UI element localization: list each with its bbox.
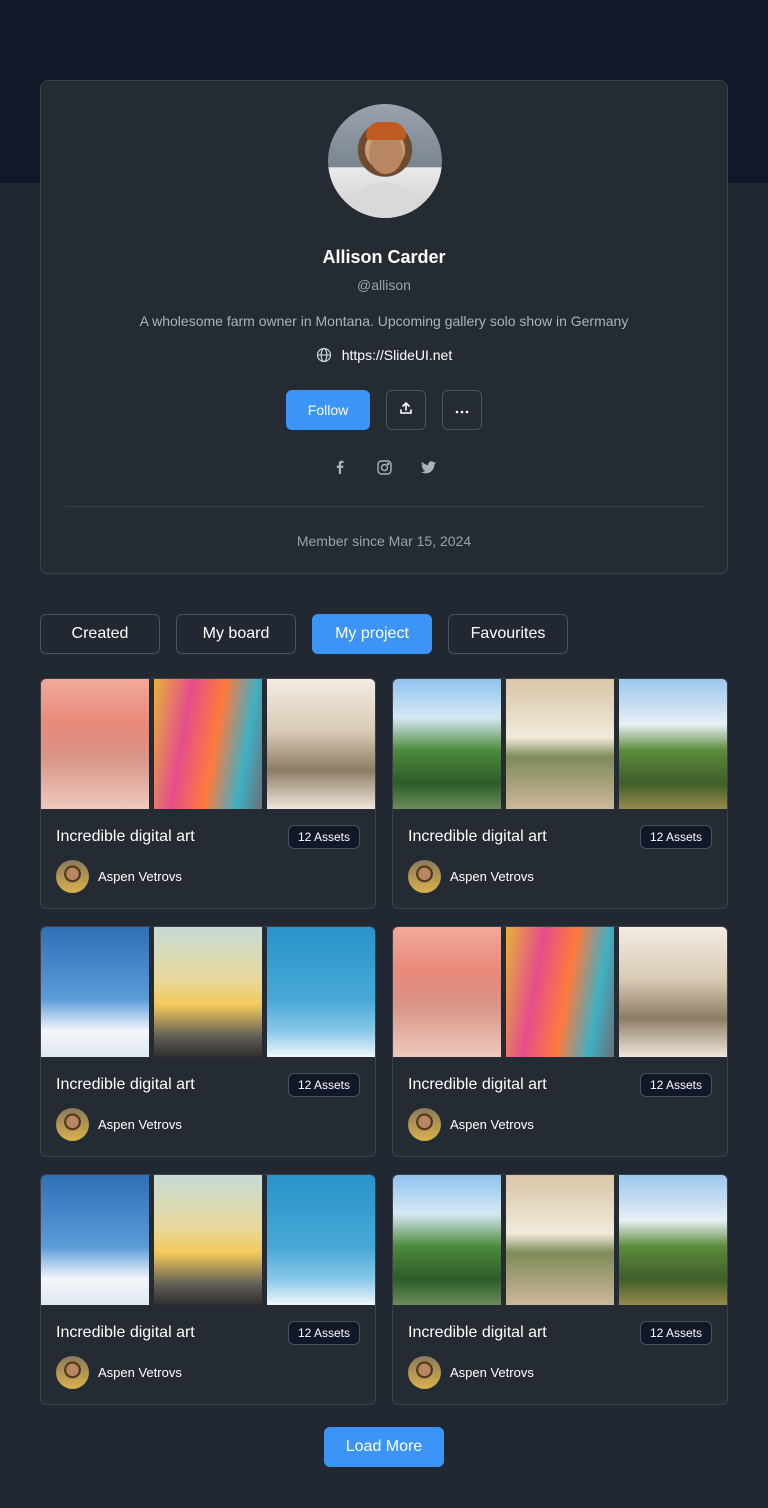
author-name: Aspen Vetrovs [450, 1365, 534, 1380]
assets-badge: 12 Assets [287, 825, 360, 849]
twitter-icon[interactable] [420, 459, 436, 475]
tab-created[interactable]: Created [40, 614, 160, 654]
author-name: Aspen Vetrovs [98, 869, 182, 884]
profile-name: Allison Carder [322, 247, 446, 267]
profile-divider [65, 506, 705, 507]
card-author[interactable]: Aspen Vetrovs [56, 1356, 182, 1389]
thumbnail-image [41, 927, 149, 1057]
tab-my-board[interactable]: My board [176, 614, 296, 654]
profile-handle: @allison [357, 277, 411, 293]
profile-bio: A wholesome farm owner in Montana. Upcom… [139, 313, 629, 329]
assets-badge: 12 Assets [287, 1073, 360, 1097]
follow-button[interactable]: Follow [286, 390, 370, 430]
more-options-button[interactable] [442, 390, 482, 430]
card-author[interactable]: Aspen Vetrovs [56, 1108, 182, 1141]
instagram-icon[interactable] [376, 459, 392, 475]
member-since: Member since Mar 15, 2024 [296, 533, 472, 549]
project-card[interactable]: Incredible digital art 12 Assets Aspen V… [392, 1174, 728, 1405]
card-author[interactable]: Aspen Vetrovs [56, 860, 182, 893]
thumbnail-image [267, 679, 375, 809]
author-avatar [408, 1108, 441, 1141]
card-title: Incredible digital art [56, 1324, 195, 1341]
social-links [41, 459, 727, 475]
project-grid: Incredible digital art 12 Assets Aspen V… [40, 678, 728, 1405]
thumbnail-image [506, 679, 614, 809]
card-author[interactable]: Aspen Vetrovs [408, 860, 534, 893]
profile-tabs: Created My board My project Favourites [40, 614, 568, 654]
author-name: Aspen Vetrovs [98, 1365, 182, 1380]
card-thumbnails [41, 1175, 375, 1305]
thumbnail-image [393, 927, 501, 1057]
assets-badge: 12 Assets [639, 825, 712, 849]
author-name: Aspen Vetrovs [98, 1117, 182, 1132]
author-name: Aspen Vetrovs [450, 869, 534, 884]
card-thumbnails [393, 927, 727, 1057]
author-avatar [56, 1356, 89, 1389]
card-title: Incredible digital art [56, 828, 195, 845]
thumbnail-image [393, 679, 501, 809]
thumbnail-image [393, 1175, 501, 1305]
card-thumbnails [393, 679, 727, 809]
thumbnail-image [267, 1175, 375, 1305]
card-title: Incredible digital art [408, 1324, 547, 1341]
project-card[interactable]: Incredible digital art 12 Assets Aspen V… [40, 678, 376, 909]
website-link[interactable]: https://SlideUI.net [342, 347, 453, 363]
profile-actions: Follow [41, 390, 727, 430]
globe-icon [316, 347, 332, 363]
thumbnail-image [619, 1175, 727, 1305]
project-card[interactable]: Incredible digital art 12 Assets Aspen V… [392, 678, 728, 909]
share-button[interactable] [386, 390, 426, 430]
upload-icon [399, 401, 413, 420]
thumbnail-image [41, 1175, 149, 1305]
facebook-icon[interactable] [332, 459, 348, 475]
profile-website[interactable]: https://SlideUI.net [41, 347, 727, 363]
assets-badge: 12 Assets [639, 1321, 712, 1345]
card-title: Incredible digital art [56, 1076, 195, 1093]
thumbnail-image [267, 927, 375, 1057]
project-card[interactable]: Incredible digital art 12 Assets Aspen V… [40, 926, 376, 1157]
author-avatar [408, 1356, 441, 1389]
author-avatar [56, 860, 89, 893]
author-name: Aspen Vetrovs [450, 1117, 534, 1132]
card-title: Incredible digital art [408, 828, 547, 845]
card-author[interactable]: Aspen Vetrovs [408, 1356, 534, 1389]
thumbnail-image [619, 679, 727, 809]
assets-badge: 12 Assets [287, 1321, 360, 1345]
thumbnail-image [154, 679, 262, 809]
author-avatar [56, 1108, 89, 1141]
thumbnail-image [506, 927, 614, 1057]
card-thumbnails [41, 927, 375, 1057]
project-card[interactable]: Incredible digital art 12 Assets Aspen V… [392, 926, 728, 1157]
thumbnail-image [154, 1175, 262, 1305]
thumbnail-image [619, 927, 727, 1057]
thumbnail-image [41, 679, 149, 809]
card-title: Incredible digital art [408, 1076, 547, 1093]
profile-avatar[interactable] [328, 104, 442, 218]
thumbnail-image [506, 1175, 614, 1305]
profile-card: Allison Carder @allison A wholesome farm… [40, 80, 728, 574]
assets-badge: 12 Assets [639, 1073, 712, 1097]
load-more-button[interactable]: Load More [324, 1427, 444, 1467]
tab-my-project[interactable]: My project [312, 614, 432, 654]
project-card[interactable]: Incredible digital art 12 Assets Aspen V… [40, 1174, 376, 1405]
card-thumbnails [41, 679, 375, 809]
thumbnail-image [154, 927, 262, 1057]
card-thumbnails [393, 1175, 727, 1305]
tab-favourites[interactable]: Favourites [448, 614, 568, 654]
card-author[interactable]: Aspen Vetrovs [408, 1108, 534, 1141]
more-horizontal-icon [455, 401, 469, 419]
author-avatar [408, 860, 441, 893]
